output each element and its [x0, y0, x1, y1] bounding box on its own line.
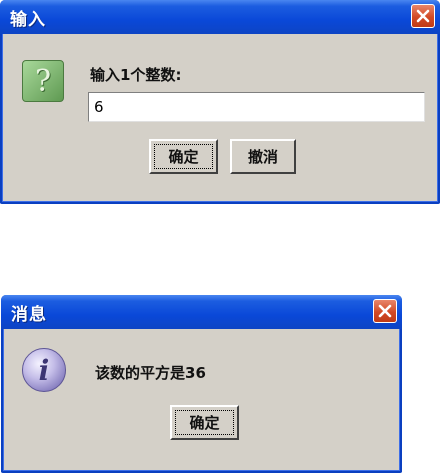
- message-dialog: 消息: [1, 295, 402, 473]
- ok-button[interactable]: 确定: [170, 405, 239, 440]
- input-dialog-title: 输入: [10, 9, 46, 30]
- input-dialog-titlebar[interactable]: 输入: [0, 0, 440, 34]
- close-icon: [416, 9, 430, 23]
- integer-input[interactable]: [88, 92, 425, 122]
- close-icon: [378, 304, 392, 318]
- cancel-button[interactable]: 撤消: [230, 139, 296, 174]
- message-text: 该数的平方是36: [95, 364, 206, 382]
- question-icon: ?: [22, 60, 64, 102]
- info-icon: i: [22, 348, 66, 392]
- ok-button[interactable]: 确定: [149, 139, 218, 174]
- close-button[interactable]: [373, 299, 397, 323]
- prompt-label: 输入1个整数:: [90, 66, 182, 84]
- close-button[interactable]: [411, 4, 435, 28]
- message-dialog-titlebar[interactable]: 消息: [1, 295, 402, 329]
- message-dialog-title: 消息: [11, 304, 47, 325]
